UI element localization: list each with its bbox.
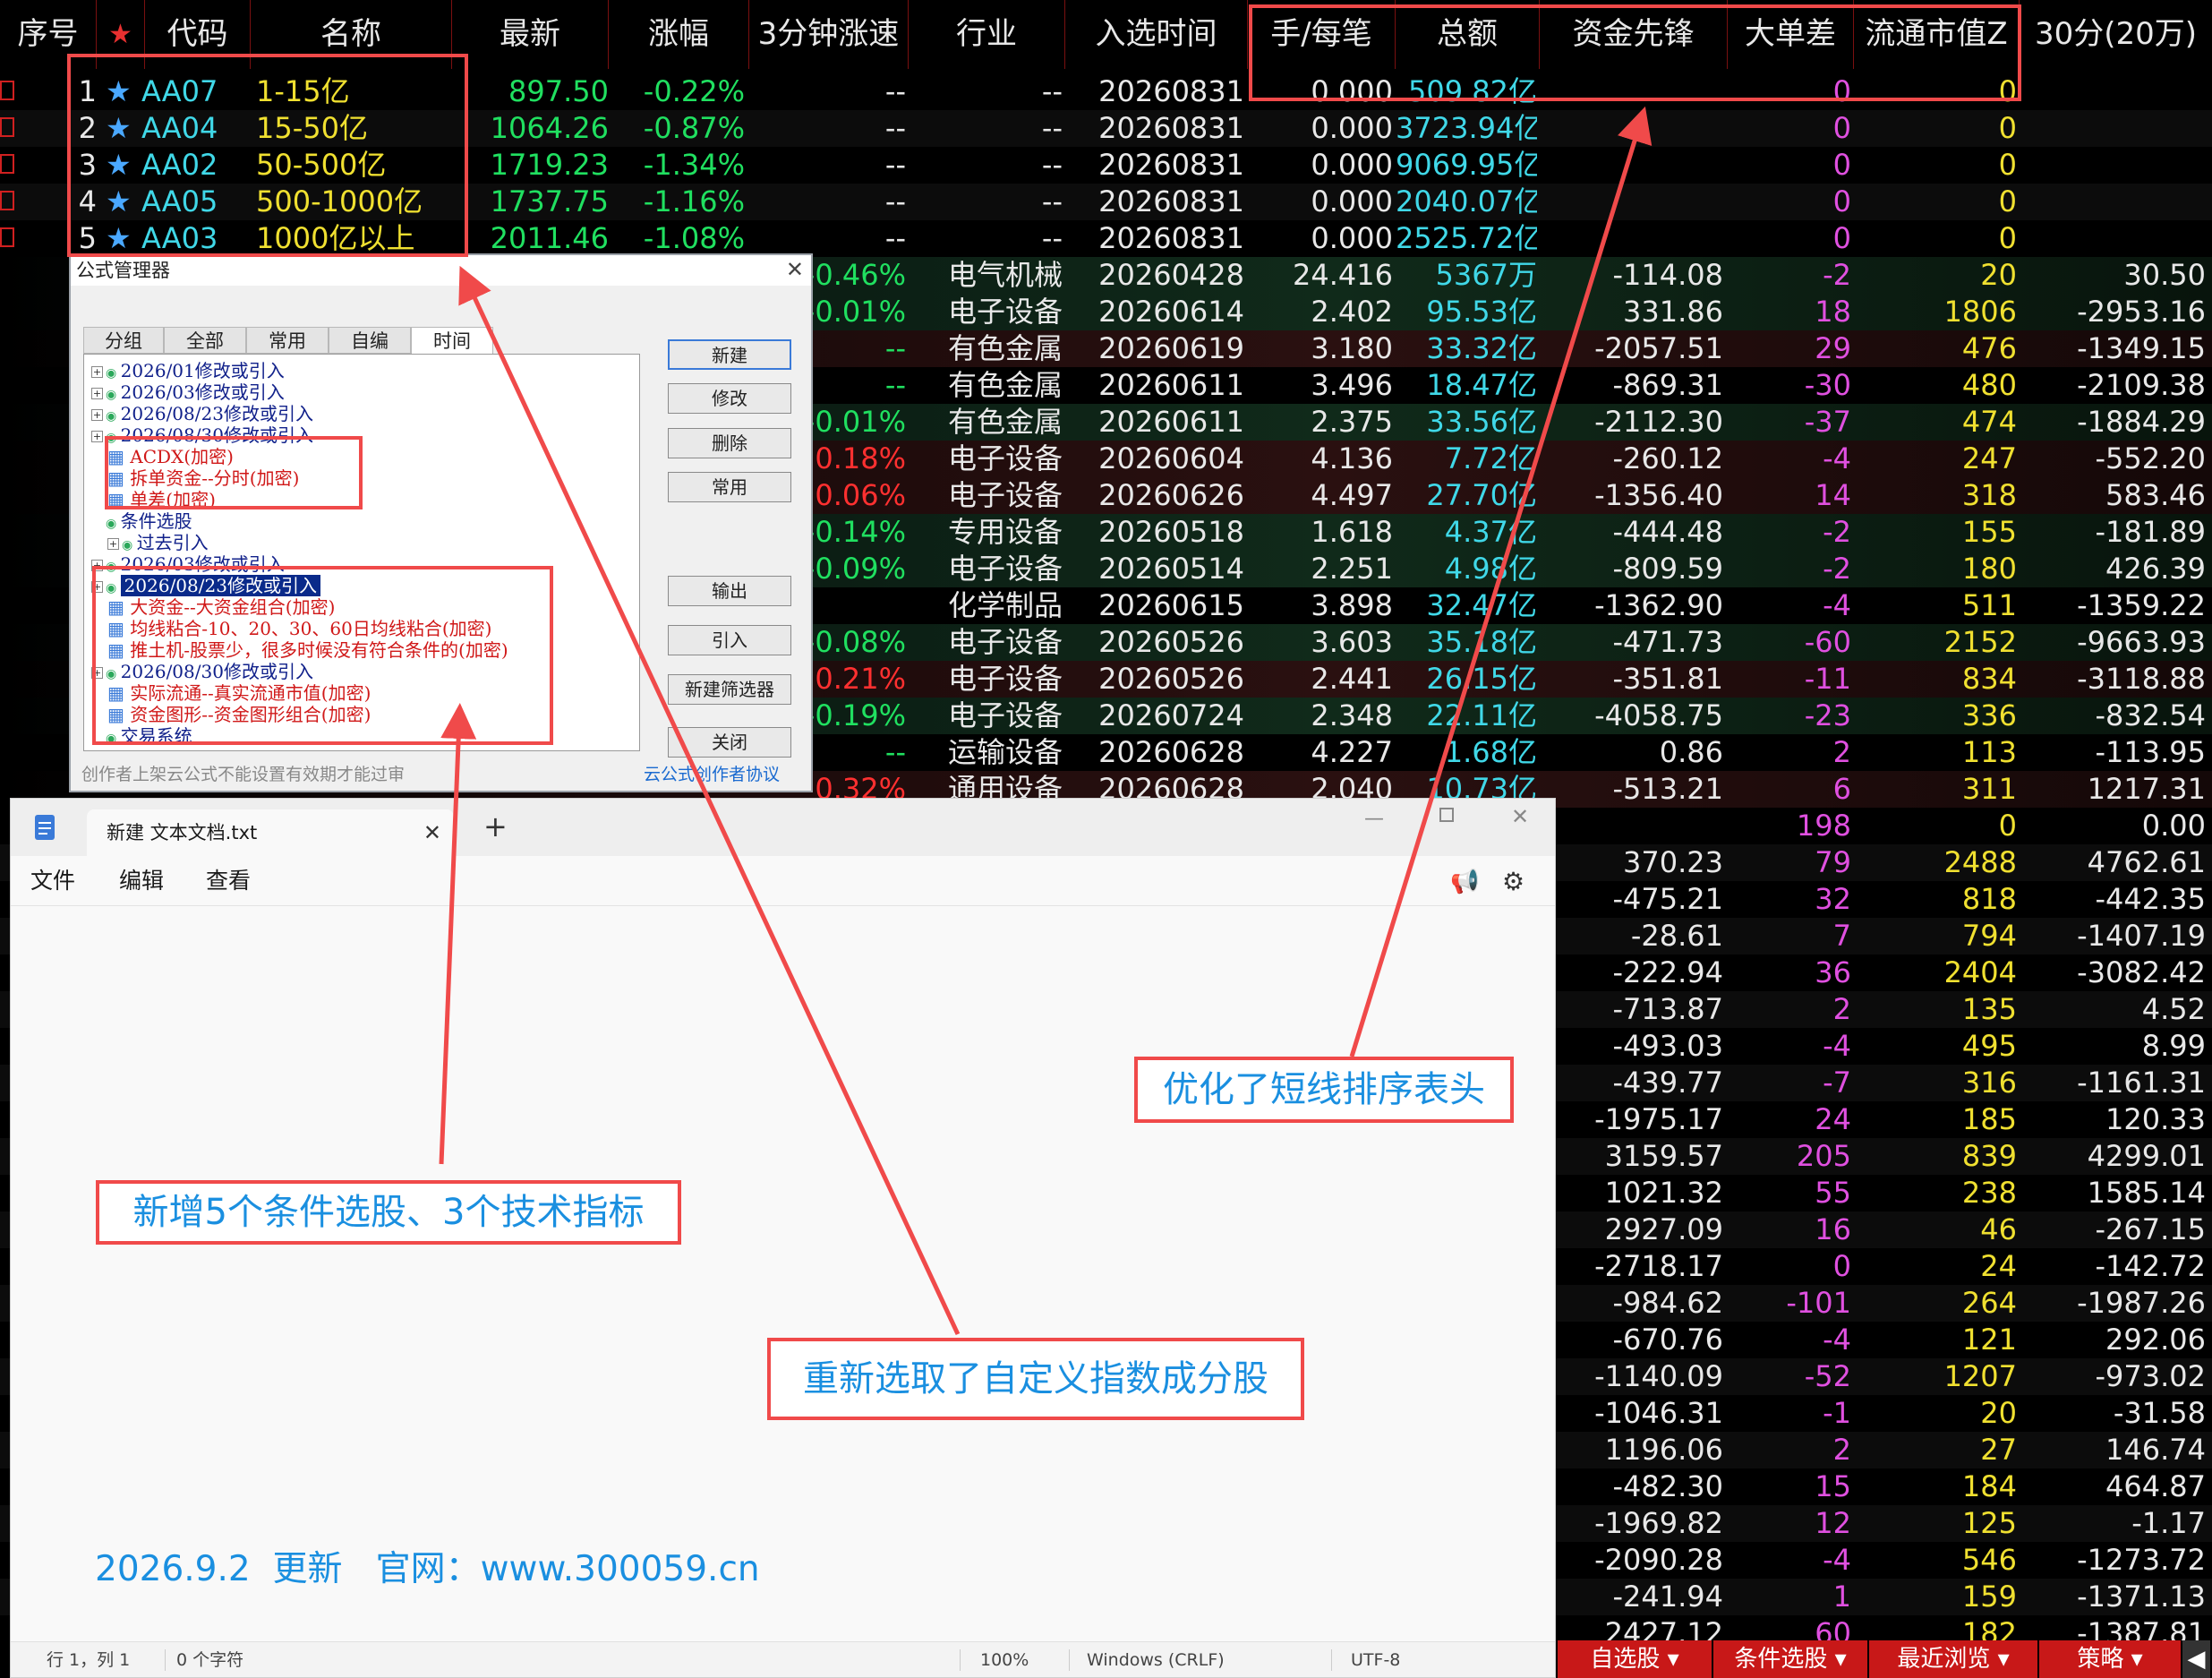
arrow-to-header (1349, 106, 1653, 1057)
annotation-arrows (439, 106, 1653, 1336)
annotation-index-components: 重新选取了自定义指数成分股 (767, 1338, 1304, 1420)
annotation-header-optimized: 优化了短线排序表头 (1134, 1057, 1514, 1123)
annotation-new-selects: 新增5个条件选股、3个技术指标 (96, 1180, 681, 1245)
page: { "table": { "headers": ["序号","★","代码","… (0, 0, 2212, 1678)
arrow-to-index-rows (458, 265, 961, 1336)
arrow-to-condition-selects (439, 703, 477, 1165)
